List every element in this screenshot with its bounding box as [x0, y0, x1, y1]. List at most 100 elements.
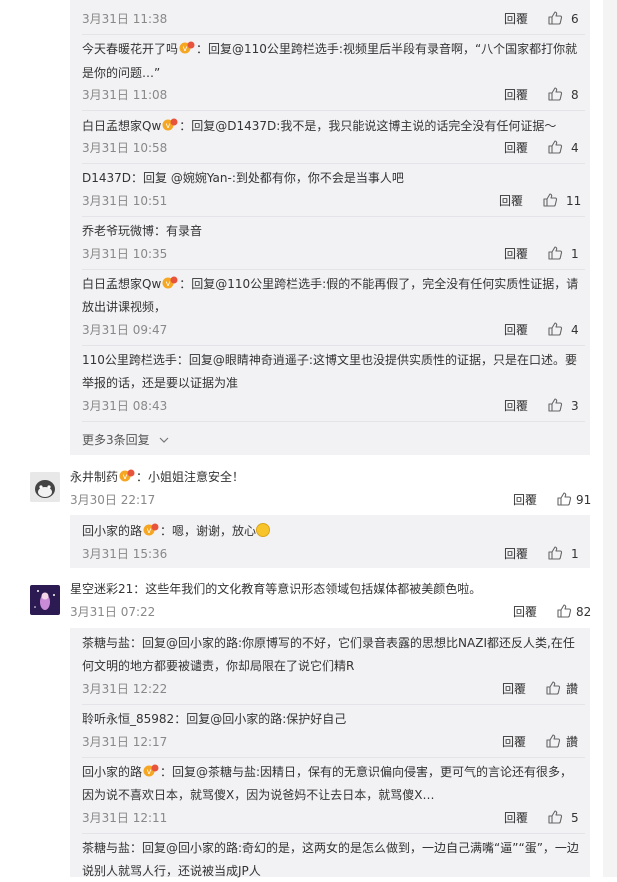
comment-body: ：回复@眼睛神奇逍遥子:这博文里也没提供实质性的证据，只是在口述。要: [176, 353, 577, 367]
comment-text-cont: 说别人就骂人行，还说被当成JP人: [82, 864, 261, 878]
reply-button[interactable]: 回覆: [504, 546, 528, 562]
like-icon[interactable]: [542, 192, 558, 208]
like-count: 82: [576, 605, 592, 619]
divider: [82, 269, 585, 270]
comment-body: ：回复@110公里跨栏选手:视频里后半段有录音啊，“八个国家都打你就: [196, 42, 578, 56]
scrollbar[interactable]: [603, 0, 617, 877]
comment-text: 永井制药 ：小姐姐注意安全！: [70, 466, 244, 488]
like-count: 5: [571, 811, 579, 825]
comment-body: ：回复@D1437D:我不是，我只能说这博主说的话完全没有任何证据～: [179, 119, 557, 133]
reply-button[interactable]: 回覆: [504, 140, 528, 156]
divider: [82, 110, 585, 111]
reply-button[interactable]: 回覆: [504, 810, 528, 826]
commenter-name[interactable]: 今天春暖花开了吗: [82, 42, 178, 56]
praise-label[interactable]: 讚: [566, 734, 578, 750]
comment-text: 回小家的路 ：嗯，谢谢，放心: [82, 520, 271, 542]
like-icon[interactable]: [547, 10, 563, 26]
like-icon[interactable]: [556, 603, 572, 619]
comment-body: ：回复 @婉婉Yan-:到处都有你，你不会是当事人吧: [131, 171, 404, 185]
comment-time: 3月31日 12:17: [82, 735, 168, 749]
like-icon[interactable]: [547, 245, 563, 261]
like-count: 4: [571, 323, 579, 337]
reply-button[interactable]: 回覆: [502, 681, 526, 697]
vip-badge-icon: [119, 469, 135, 483]
more-replies-label: 更多3条回复: [82, 433, 150, 447]
vip-badge-icon: [179, 41, 195, 55]
comment-text: 乔老爷玩微博：有录音: [82, 220, 202, 242]
reply-button[interactable]: 回覆: [504, 322, 528, 338]
commenter-name[interactable]: 回小家的路: [82, 524, 142, 538]
vip-badge-icon: [143, 523, 159, 537]
comment-text-cont: 因为说不喜欢日本，就骂傻X，因为说爸妈不让去日本，就骂傻X…: [82, 788, 435, 802]
commenter-name[interactable]: 110公里跨栏选手: [82, 353, 177, 367]
comment-text: 白日孟想家Qw ：回复@110公里跨栏选手:假的不能再假了，完全没有任何实质性证据…: [82, 273, 578, 295]
avatar[interactable]: [30, 472, 60, 502]
divider: [82, 833, 585, 834]
comment-body: ：回复@回小家的路:你原博写的不好，它们录音表露的思想比NAZI都还反人类,在任: [130, 636, 575, 650]
comment-text: 今天春暖花开了吗 ：回复@110公里跨栏选手:视频里后半段有录音啊，“八个国家都打…: [82, 38, 577, 60]
avatar-image: [30, 472, 60, 502]
commenter-name[interactable]: 茶糖与盐: [82, 636, 130, 650]
comment-time: 3月31日 15:36: [82, 547, 168, 561]
like-icon[interactable]: [545, 680, 561, 696]
smile-emoji-icon: [256, 523, 271, 537]
comment-text: 茶糖与盐：回复@回小家的路:你原博写的不好，它们录音表露的思想比NAZI都还反人…: [82, 632, 575, 654]
vip-badge-icon: [162, 276, 178, 290]
commenter-name[interactable]: 乔老爷玩微博: [82, 224, 154, 238]
comment-body: ：这些年我们的文化教育等意识形态领域包括媒体都被美颜色啦。: [133, 582, 482, 596]
commenter-name[interactable]: 白日孟想家Qw: [82, 119, 161, 133]
reply-button[interactable]: 回覆: [504, 87, 528, 103]
divider: [82, 34, 585, 35]
comment-text-cont: 是你的问题…”: [82, 66, 161, 80]
like-icon[interactable]: [547, 545, 563, 561]
comment-time: 3月31日 10:35: [82, 247, 168, 261]
commenter-name[interactable]: 永井制药: [70, 470, 118, 484]
comment-time: 3月31日 10:58: [82, 141, 168, 155]
divider: [82, 163, 585, 164]
divider: [82, 345, 585, 346]
like-count: 3: [571, 399, 579, 413]
like-icon[interactable]: [547, 139, 563, 155]
commenter-name[interactable]: 回小家的路: [82, 765, 142, 779]
praise-label[interactable]: 讚: [566, 681, 578, 697]
vip-badge-icon: [143, 764, 159, 778]
reply-button[interactable]: 回覆: [513, 604, 537, 620]
commenter-name[interactable]: 星空迷彩21: [70, 582, 133, 596]
comment-time: 3月31日 11:38: [82, 12, 168, 26]
comment-time: 3月31日 08:43: [82, 399, 168, 413]
comment-time: 3月31日 07:22: [70, 605, 156, 619]
commenter-name[interactable]: 聆听永恒_85982: [82, 712, 174, 726]
reply-button[interactable]: 回覆: [502, 734, 526, 750]
like-icon[interactable]: [556, 491, 572, 507]
comment-text: 聆听永恒_85982：回复@回小家的路:保护好自己: [82, 708, 346, 730]
commenter-name[interactable]: D1437D: [82, 171, 131, 185]
comment-time: 3月31日 09:47: [82, 323, 168, 337]
reply-button[interactable]: 回覆: [504, 398, 528, 414]
like-icon[interactable]: [547, 397, 563, 413]
comment-text-cont: 何文明的地方都要被谴责，你却局限在了说它们精R: [82, 659, 355, 673]
reply-button[interactable]: 回覆: [499, 193, 523, 209]
comment-time: 3月30日 22:17: [70, 493, 156, 507]
reply-button[interactable]: 回覆: [513, 492, 537, 508]
like-icon[interactable]: [547, 86, 563, 102]
comment-time: 3月31日 11:08: [82, 88, 168, 102]
comment-text: 茶糖与盐：回复@回小家的路:奇幻的是，这两女的是怎么做到，一边自己满嘴“逼”“蛋…: [82, 837, 579, 859]
comment-body: ：小姐姐注意安全！: [136, 470, 245, 484]
like-count: 11: [566, 194, 582, 208]
divider: [82, 421, 585, 422]
like-count: 8: [571, 88, 579, 102]
like-count: 1: [571, 547, 579, 561]
like-icon[interactable]: [547, 809, 563, 825]
commenter-name[interactable]: 白日孟想家Qw: [82, 277, 161, 291]
reply-button[interactable]: 回覆: [504, 246, 528, 262]
like-icon[interactable]: [547, 321, 563, 337]
comment-text: D1437D：回复 @婉婉Yan-:到处都有你，你不会是当事人吧: [82, 167, 404, 189]
commenter-name[interactable]: 茶糖与盐: [82, 841, 130, 855]
comment-time: 3月31日 12:11: [82, 811, 168, 825]
like-count: 91: [576, 493, 592, 507]
like-icon[interactable]: [545, 733, 561, 749]
comment-body: ：回复@110公里跨栏选手:假的不能再假了，完全没有任何实质性证据，请: [179, 277, 579, 291]
avatar[interactable]: [30, 585, 60, 615]
more-replies-link[interactable]: 更多3条回复: [82, 432, 169, 448]
reply-button[interactable]: 回覆: [504, 11, 528, 27]
